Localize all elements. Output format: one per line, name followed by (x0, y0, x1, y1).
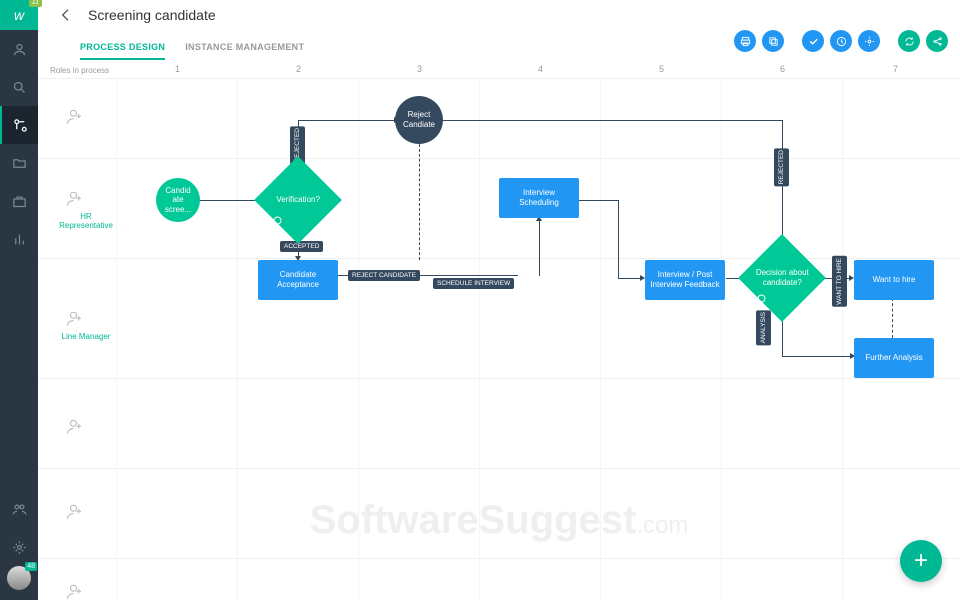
role-icon-hr[interactable] (66, 190, 84, 208)
nav-settings[interactable] (0, 528, 38, 566)
nav-folder[interactable] (0, 144, 38, 182)
role-lm: Line Manager (56, 332, 116, 341)
avatar-badge: 48 (25, 562, 37, 571)
col-5: 5 (659, 64, 664, 74)
nav-search[interactable] (0, 68, 38, 106)
tab-process-design[interactable]: PROCESS DESIGN (80, 42, 165, 60)
role-icon[interactable] (66, 108, 84, 126)
page-title: Screening candidate (88, 7, 216, 23)
col-4: 4 (538, 64, 543, 74)
canvas[interactable]: HR Representative Line Manager SoftwareS… (38, 78, 960, 600)
nav-workflow[interactable] (0, 106, 38, 144)
role-icon[interactable] (66, 583, 84, 601)
col-2: 2 (296, 64, 301, 74)
node-analysis[interactable]: Further Analysis (854, 338, 934, 378)
edge-want-hire: WANT TO HIRE (832, 256, 847, 307)
sidebar: w11 48 (0, 0, 38, 600)
edge-analysis: ANALYSIS (756, 310, 771, 345)
check-button[interactable] (802, 30, 824, 52)
node-schedule[interactable]: Interview Scheduling (499, 178, 579, 218)
node-decision[interactable]: Decision about candidate? (738, 234, 826, 322)
nav-briefcase[interactable] (0, 182, 38, 220)
print-button[interactable] (734, 30, 756, 52)
logo-badge: 11 (29, 0, 42, 7)
clock-button[interactable] (830, 30, 852, 52)
role-icon-lm[interactable] (66, 310, 84, 328)
node-reject[interactable]: Reject Candiate (395, 96, 443, 144)
col-3: 3 (417, 64, 422, 74)
role-icon[interactable] (66, 418, 84, 436)
watermark: SoftwareSuggest.com (310, 498, 689, 543)
node-acceptance[interactable]: Candidate Acceptance (258, 260, 338, 300)
edge-reject-cand: REJECT CANDIDATE (348, 270, 420, 281)
add-button[interactable]: + (900, 540, 942, 582)
avatar[interactable]: 48 (7, 566, 31, 590)
nav-org[interactable] (0, 490, 38, 528)
col-7: 7 (893, 64, 898, 74)
nav-users[interactable] (0, 30, 38, 68)
node-feedback[interactable]: Interview / Post Interview Feedback (645, 260, 725, 300)
logo[interactable]: w11 (0, 0, 38, 30)
role-icon[interactable] (66, 503, 84, 521)
gear-button[interactable] (858, 30, 880, 52)
node-start[interactable]: Candid ate scree... (156, 178, 200, 222)
node-hire[interactable]: Want to hire (854, 260, 934, 300)
edge-accepted: ACCEPTED (280, 241, 323, 252)
share-button[interactable] (926, 30, 948, 52)
column-headers: 1 2 3 4 5 6 7 (38, 62, 960, 78)
role-hr: HR Representative (56, 212, 116, 230)
refresh-button[interactable] (898, 30, 920, 52)
tabs: PROCESS DESIGN INSTANCE MANAGEMENT (80, 42, 304, 60)
toolbar (734, 30, 948, 52)
col-6: 6 (780, 64, 785, 74)
copy-button[interactable] (762, 30, 784, 52)
back-button[interactable] (56, 5, 76, 25)
edge-schedule: SCHEDULE INTERVIEW (433, 278, 514, 289)
col-1: 1 (175, 64, 180, 74)
node-verification[interactable]: Verification? (254, 156, 342, 244)
header: Screening candidate (38, 0, 960, 30)
tab-instance-management[interactable]: INSTANCE MANAGEMENT (185, 42, 304, 60)
edge-rejected2: REJECTED (774, 148, 789, 186)
nav-chart[interactable] (0, 220, 38, 258)
